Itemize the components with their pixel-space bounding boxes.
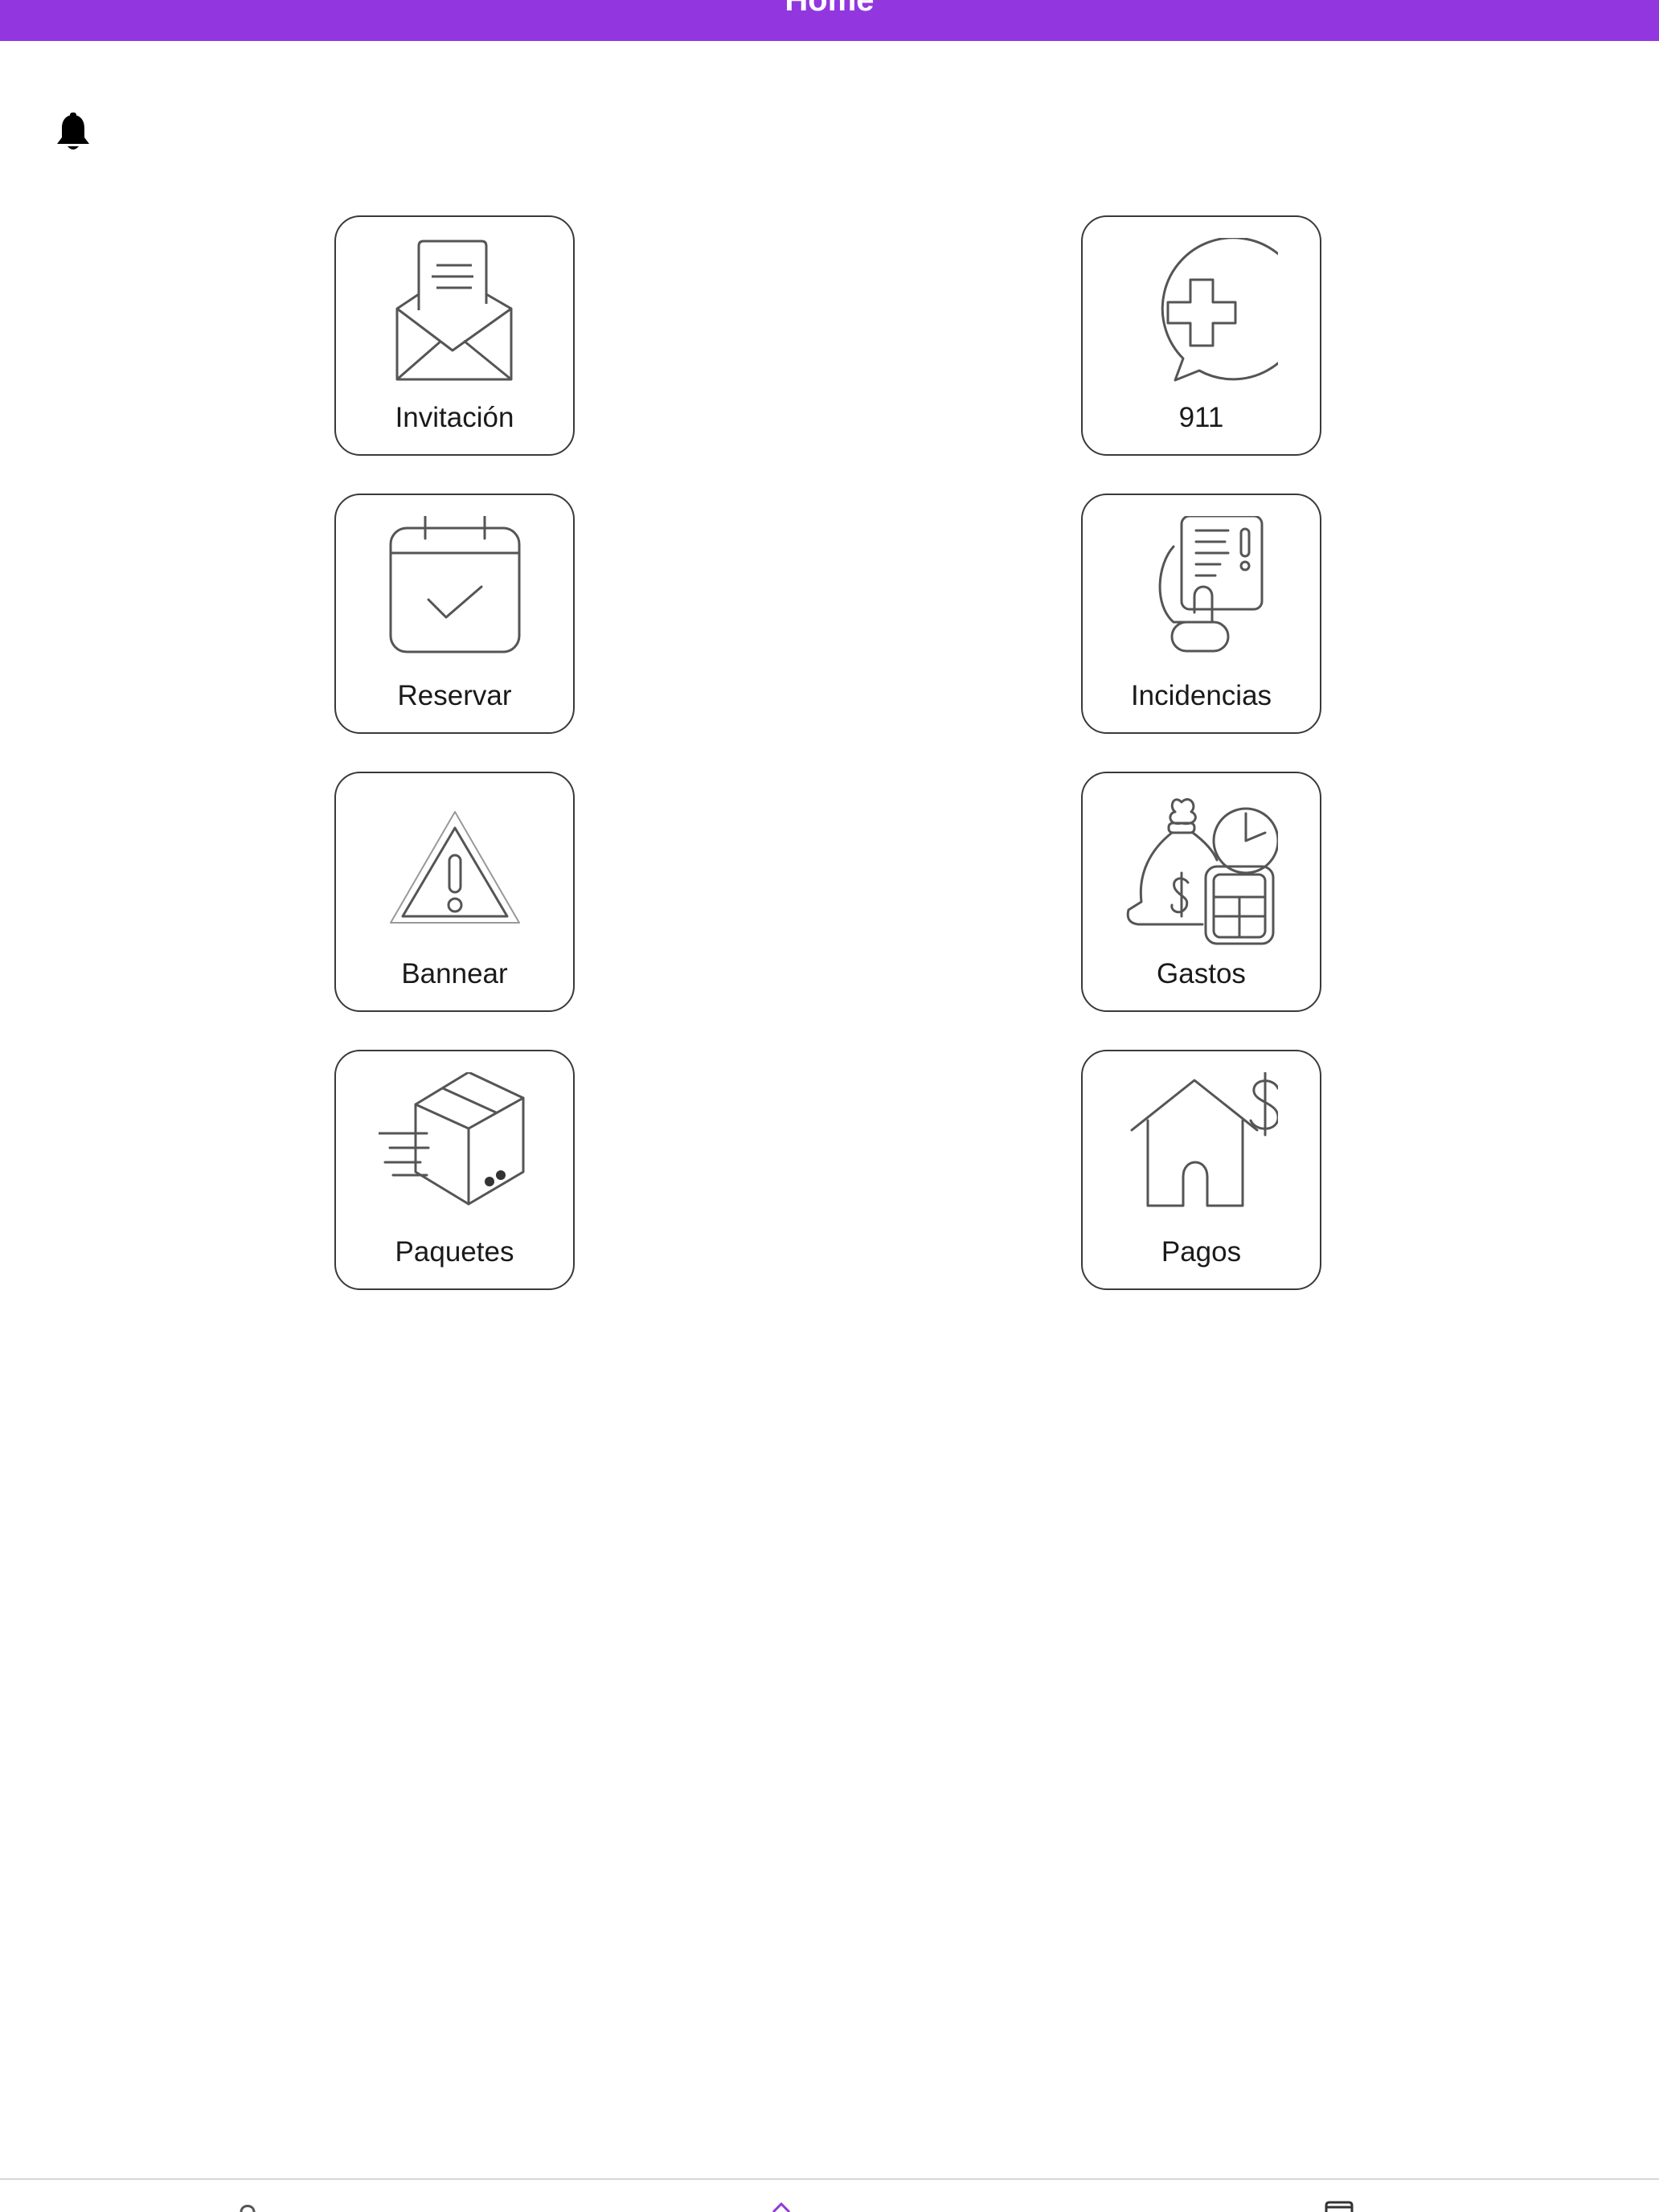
tab-bar (0, 2178, 1659, 2212)
payments-label: Pagos (1161, 1236, 1242, 1268)
package-box-icon (377, 1071, 531, 1225)
navigation-bar: Home (0, 0, 1659, 41)
reserve-tile[interactable]: Reservar (334, 494, 575, 734)
invitation-tile[interactable]: Invitación (334, 215, 575, 456)
incidents-label: Incidencias (1130, 680, 1272, 711)
house-dollar-icon (1125, 1071, 1280, 1225)
invitation-label: Invitación (395, 402, 514, 433)
packages-label: Paquetes (395, 1236, 514, 1268)
medical-chat-icon (1125, 236, 1305, 391)
emergency-911-tile[interactable]: 911 (1081, 215, 1321, 456)
money-bag-calculator-icon (1125, 794, 1279, 947)
warning-triangle-icon (379, 794, 531, 947)
calendar-icon[interactable] (1323, 2201, 1355, 2212)
reserve-label: Reservar (397, 680, 512, 711)
packages-tile[interactable]: Paquetes (334, 1050, 575, 1290)
app-screen: Home Invitación 911 Reservar Incidencias… (0, 0, 1659, 2212)
expenses-tile[interactable]: Gastos (1081, 772, 1321, 1012)
ban-label: Bannear (401, 958, 508, 989)
expenses-label: Gastos (1157, 958, 1246, 989)
bell-icon[interactable] (55, 113, 92, 153)
incidents-tile[interactable]: Incidencias (1081, 494, 1321, 734)
emergency-911-label: 911 (1178, 402, 1224, 433)
envelope-letter-icon (379, 238, 531, 391)
hand-report-icon (1125, 514, 1278, 669)
profile-icon[interactable] (231, 2201, 264, 2212)
payments-tile[interactable]: Pagos (1081, 1050, 1321, 1290)
calendar-check-icon (379, 514, 531, 669)
page-title: Home (784, 0, 875, 18)
ban-tile[interactable]: Bannear (334, 772, 575, 1012)
home-icon[interactable] (765, 2201, 797, 2212)
